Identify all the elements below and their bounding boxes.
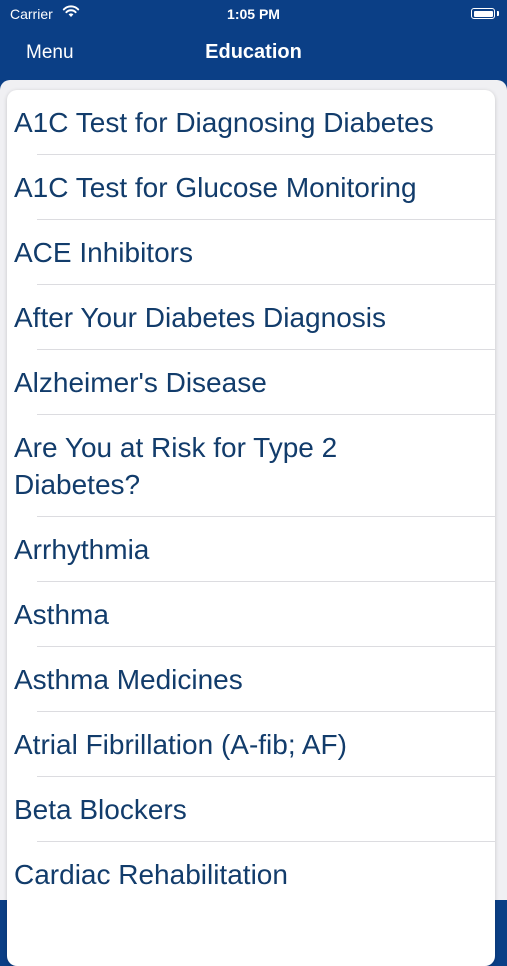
list-item-atrial-fibrillation[interactable]: Atrial Fibrillation (A-fib; AF) xyxy=(7,712,495,777)
list-item-cardiac-rehab[interactable]: Cardiac Rehabilitation xyxy=(7,842,495,907)
list-item-alzheimers[interactable]: Alzheimer's Disease xyxy=(7,350,495,415)
list-item-after-diagnosis[interactable]: After Your Diabetes Diagnosis xyxy=(7,285,495,350)
list-item-arrhythmia[interactable]: Arrhythmia xyxy=(7,517,495,582)
navigation-bar: Menu Education xyxy=(0,28,507,80)
status-bar: Carrier 1:05 PM xyxy=(0,0,507,28)
battery-cap xyxy=(497,11,499,16)
list-item-beta-blockers[interactable]: Beta Blockers xyxy=(7,777,495,842)
list-item-ace-inhibitors[interactable]: ACE Inhibitors xyxy=(7,220,495,285)
clock: 1:05 PM xyxy=(227,6,280,22)
list-item-a1c-diagnosing[interactable]: A1C Test for Diagnosing Diabetes xyxy=(7,90,495,155)
topic-list-card[interactable]: A1C Test for Diagnosing Diabetes A1C Tes… xyxy=(7,90,495,966)
topic-list: A1C Test for Diagnosing Diabetes A1C Tes… xyxy=(7,90,495,907)
battery-icon xyxy=(471,8,495,19)
list-item-asthma-medicines[interactable]: Asthma Medicines xyxy=(7,647,495,712)
page-title: Education xyxy=(205,41,302,63)
content-sheet: A1C Test for Diagnosing Diabetes A1C Tes… xyxy=(0,80,507,966)
list-item-a1c-monitoring[interactable]: A1C Test for Glucose Monitoring xyxy=(7,155,495,220)
list-item-asthma[interactable]: Asthma xyxy=(7,582,495,647)
list-item-risk-type2[interactable]: Are You at Risk for Type 2 Diabetes? xyxy=(7,415,495,517)
